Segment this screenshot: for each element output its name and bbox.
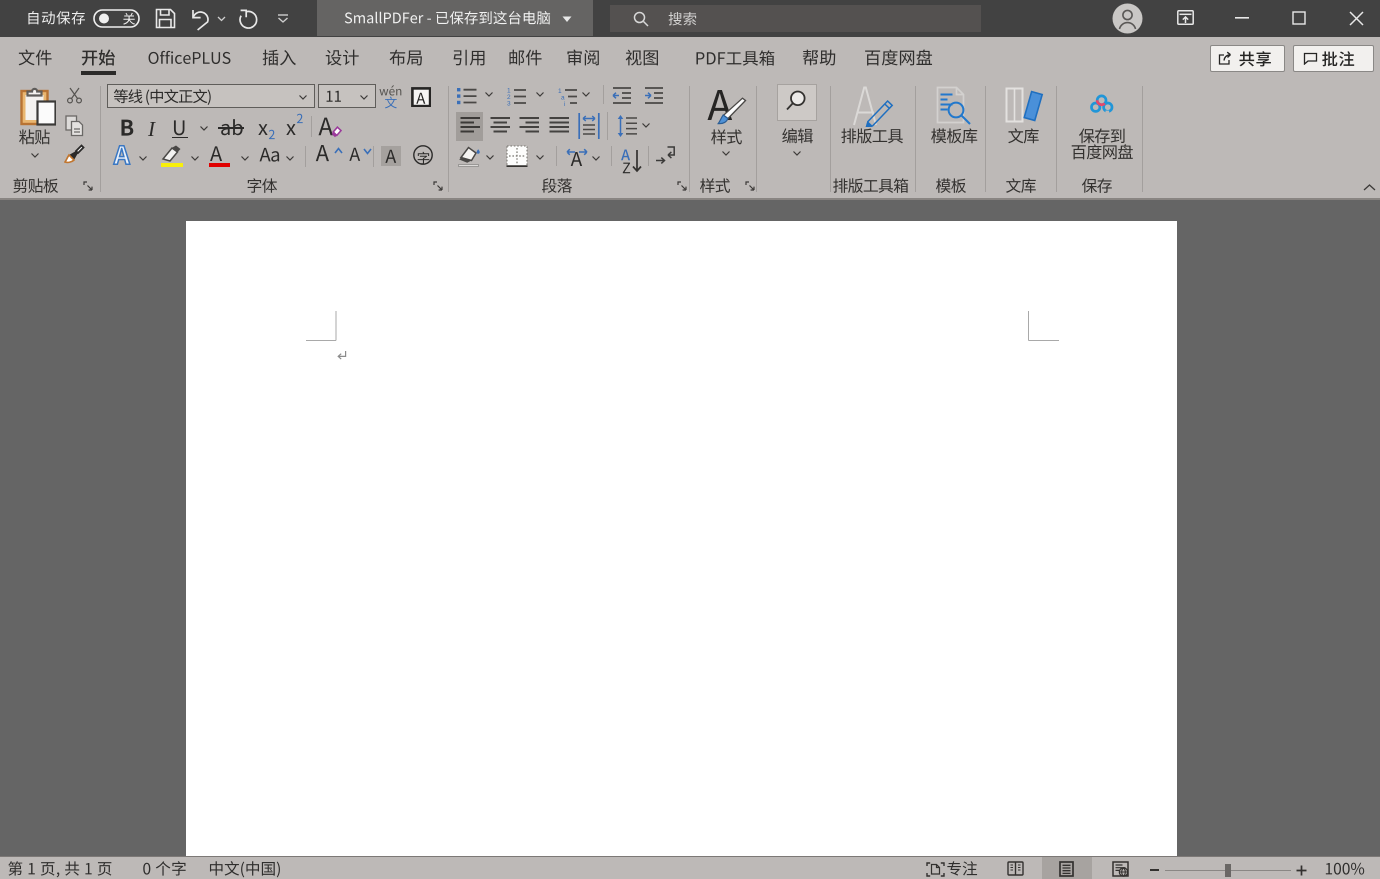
svg-text:i: i xyxy=(564,101,565,106)
svg-text:3: 3 xyxy=(507,100,511,106)
